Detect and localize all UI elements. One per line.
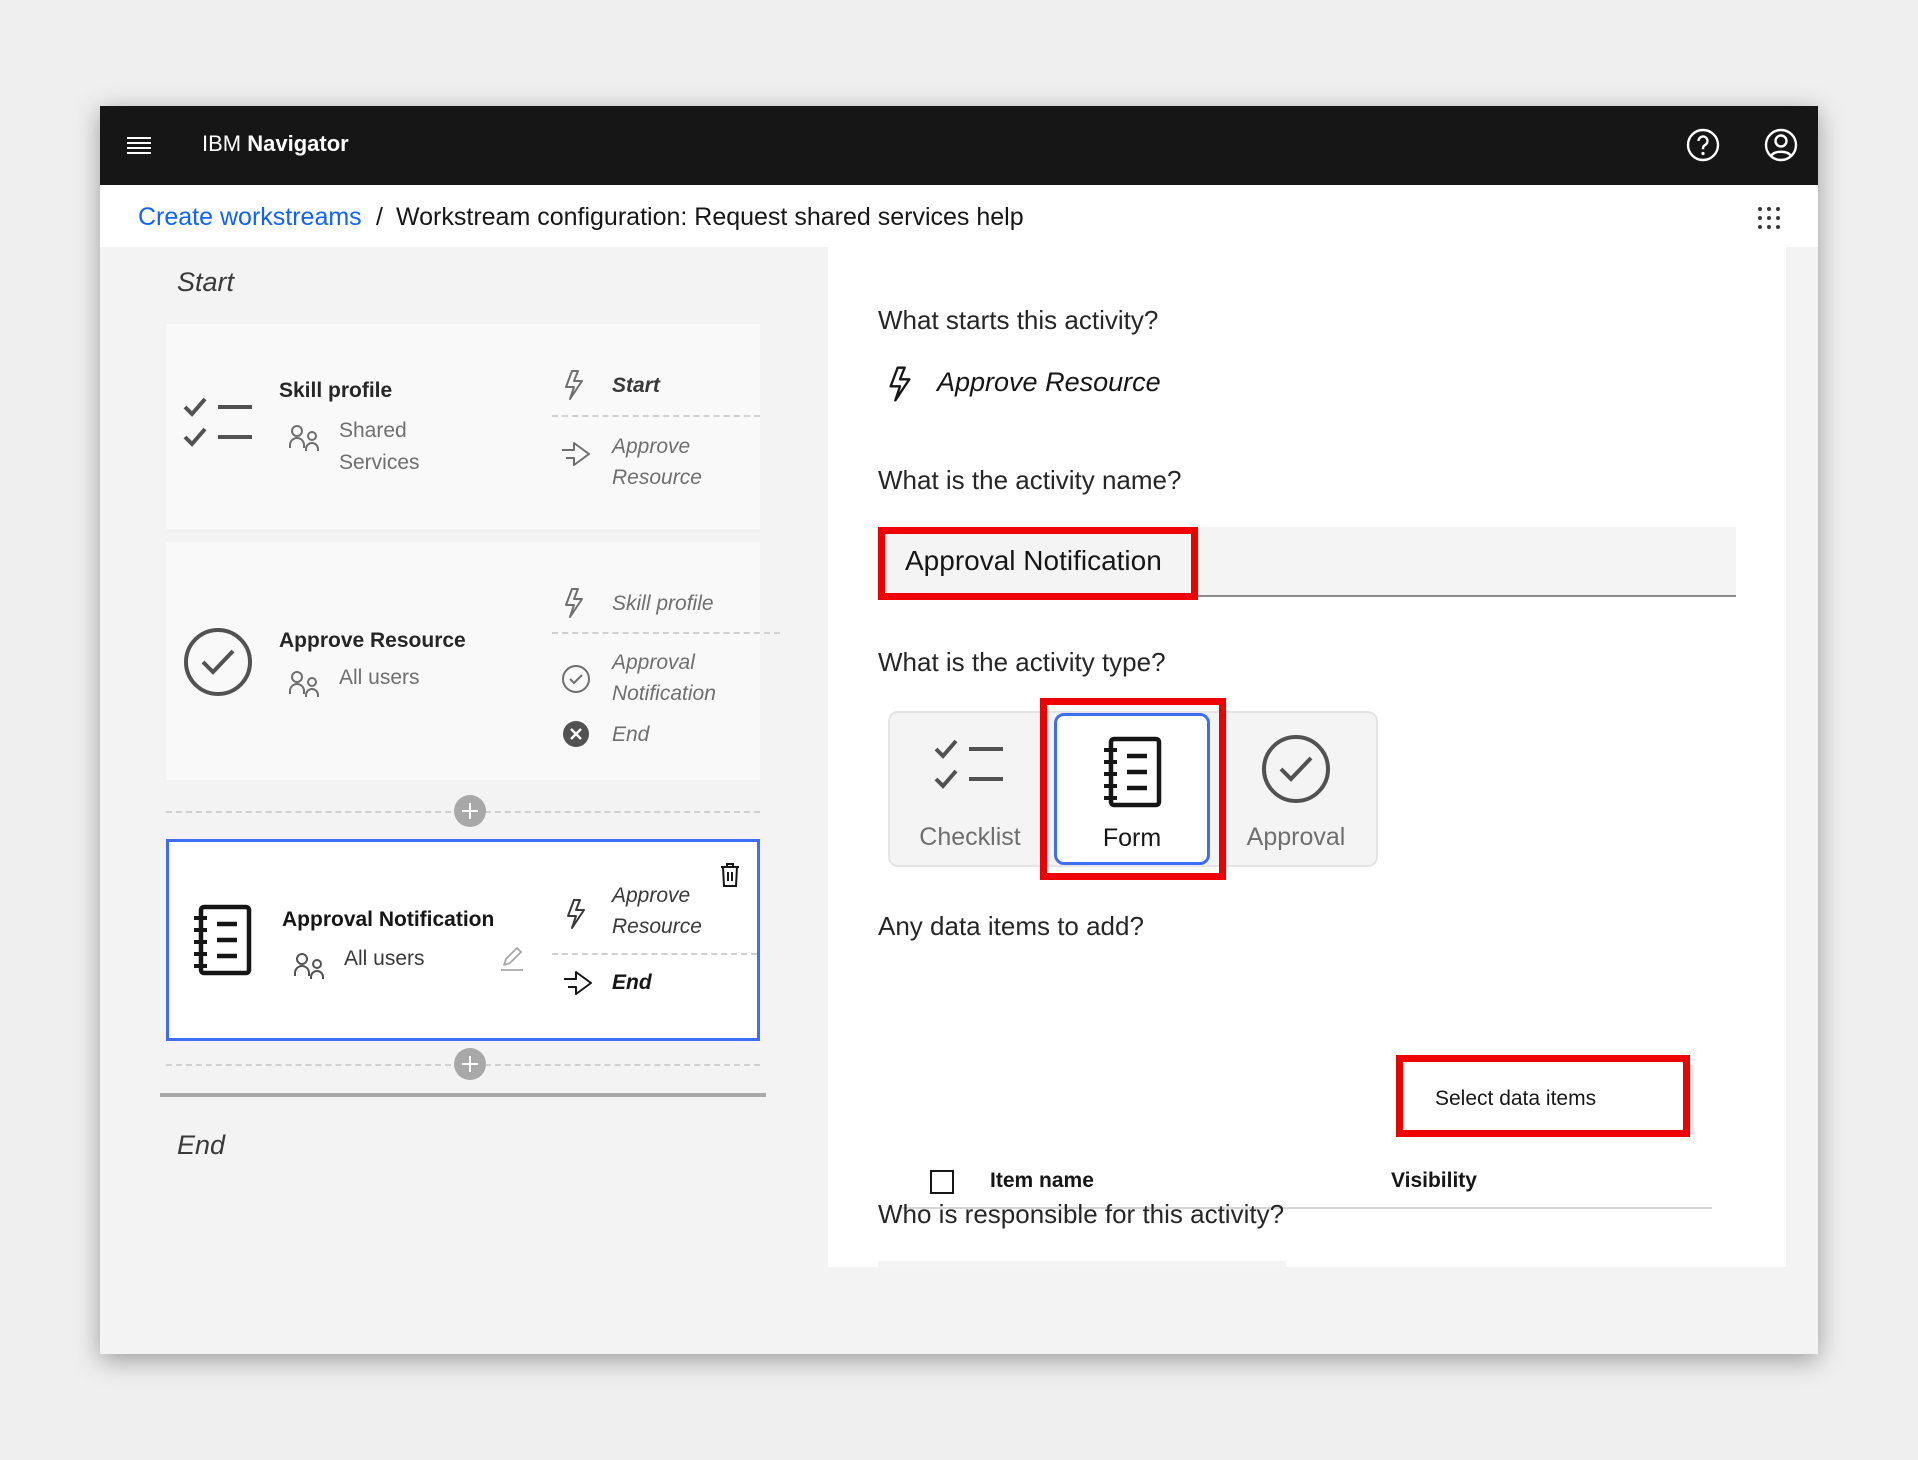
select-data-items-button[interactable]: Select data items — [1405, 1065, 1675, 1133]
select-all-checkbox[interactable] — [930, 1170, 954, 1194]
card-user-line1: All users — [339, 666, 420, 689]
question-data: Any data items to add? — [878, 911, 1144, 941]
card-title: Approval Notification — [282, 908, 495, 931]
card-divider — [552, 953, 757, 955]
card-trigger-out: End — [612, 971, 652, 994]
breadcrumb-current-page: Workstream configuration: Request shared… — [396, 203, 1024, 231]
question-starts: What starts this activity? — [878, 305, 1159, 335]
app-window: IBM Navigator Create workstreams / Works… — [100, 106, 1818, 1354]
form-icon — [194, 904, 252, 976]
card-user-line1: All users — [344, 947, 425, 970]
select-button-edge — [1688, 1065, 1694, 1135]
lightning-bolt-icon — [565, 370, 583, 400]
card-outcome1-line1: Approval — [612, 651, 695, 674]
card-outcome1-line2: Notification — [612, 682, 716, 705]
start-trigger-value: Approve Resource — [937, 367, 1161, 397]
help-icon[interactable] — [1684, 126, 1722, 164]
activity-card-skill-profile[interactable]: Skill profile Shared Services Start Appr… — [166, 324, 760, 529]
card-title: Approve Resource — [279, 629, 466, 652]
check-circle-icon — [562, 665, 590, 693]
type-option-checklist[interactable]: Checklist — [890, 713, 1050, 865]
approval-check-icon — [184, 628, 252, 696]
breadcrumb-separator: / — [376, 203, 383, 231]
type-label: Form — [1102, 824, 1162, 852]
question-type: What is the activity type? — [878, 647, 1166, 677]
card-user-line1: Shared — [339, 419, 407, 442]
card-trigger-out-line1: Approve — [612, 435, 691, 458]
card-outcome2: End — [612, 723, 650, 746]
type-option-approval[interactable]: Approval — [1216, 713, 1376, 865]
close-filled-icon — [563, 721, 589, 747]
card-trigger-in: Start — [612, 374, 660, 397]
user-group-icon — [289, 671, 319, 697]
activity-config-panel: What starts this activity? Approve Resou… — [828, 247, 1786, 1267]
column-header-item-name[interactable]: Item name — [990, 1169, 1094, 1193]
edit-pencil-icon[interactable] — [499, 946, 525, 972]
add-activity-button[interactable] — [454, 1048, 486, 1080]
app-brand: IBM Navigator — [202, 131, 349, 157]
card-trigger-in-line1: Approve — [612, 884, 691, 907]
breadcrumb: Create workstreams / Workstream configur… — [100, 185, 1818, 247]
card-divider — [552, 632, 780, 634]
user-group-icon — [289, 425, 319, 451]
delete-trash-icon[interactable] — [719, 862, 741, 888]
checklist-icon — [934, 739, 1003, 789]
flow-arrow-icon — [564, 971, 592, 995]
type-label: Approval — [1246, 823, 1346, 851]
breadcrumb-link-create-workstreams[interactable]: Create workstreams — [138, 203, 362, 232]
app-switcher-icon[interactable] — [1756, 205, 1782, 231]
lightning-bolt-icon — [567, 899, 585, 929]
activity-card-approve-resource[interactable]: Approve Resource All users Skill profile… — [166, 542, 780, 780]
lightning-bolt-icon — [565, 588, 583, 618]
workflow-pane: Start Skill profile Shared Services Star… — [100, 247, 828, 1354]
flow-end-label: End — [177, 1130, 226, 1160]
add-activity-button[interactable] — [454, 795, 486, 827]
type-label: Checklist — [919, 823, 1021, 851]
activity-type-selector: Checklist Form Approval — [888, 711, 1378, 867]
responsible-field-edge — [878, 1261, 1286, 1267]
hamburger-menu-icon[interactable] — [126, 133, 152, 159]
lightning-bolt-icon — [889, 366, 911, 402]
card-trigger-in: Skill profile — [612, 592, 714, 615]
question-name: What is the activity name? — [878, 465, 1182, 495]
user-group-icon — [294, 953, 324, 979]
card-trigger-out-line2: Resource — [612, 466, 702, 489]
activity-card-approval-notification[interactable]: Approval Notification All users Approve … — [166, 839, 760, 1041]
question-responsible: Who is responsible for this activity? — [878, 1199, 1285, 1229]
card-user-line2: Services — [339, 451, 420, 474]
card-trigger-in-line2: Resource — [612, 915, 702, 938]
flow-start-label: Start — [177, 267, 235, 297]
brand-prefix: IBM — [202, 131, 242, 156]
checklist-icon — [183, 397, 252, 447]
column-header-visibility[interactable]: Visibility — [1391, 1169, 1477, 1193]
top-navigation-bar: IBM Navigator — [100, 106, 1818, 185]
card-divider — [552, 415, 760, 417]
activity-name-input[interactable] — [878, 527, 1736, 595]
card-title: Skill profile — [279, 379, 393, 402]
activity-name-field[interactable] — [878, 527, 1736, 597]
flow-end-divider — [160, 1093, 766, 1097]
flow-arrow-icon — [562, 442, 590, 466]
brand-name: Navigator — [247, 131, 349, 156]
user-avatar-icon[interactable] — [1762, 126, 1800, 164]
form-icon — [1104, 736, 1162, 808]
type-option-form[interactable]: Form — [1054, 713, 1210, 865]
approval-check-icon — [1262, 735, 1330, 803]
